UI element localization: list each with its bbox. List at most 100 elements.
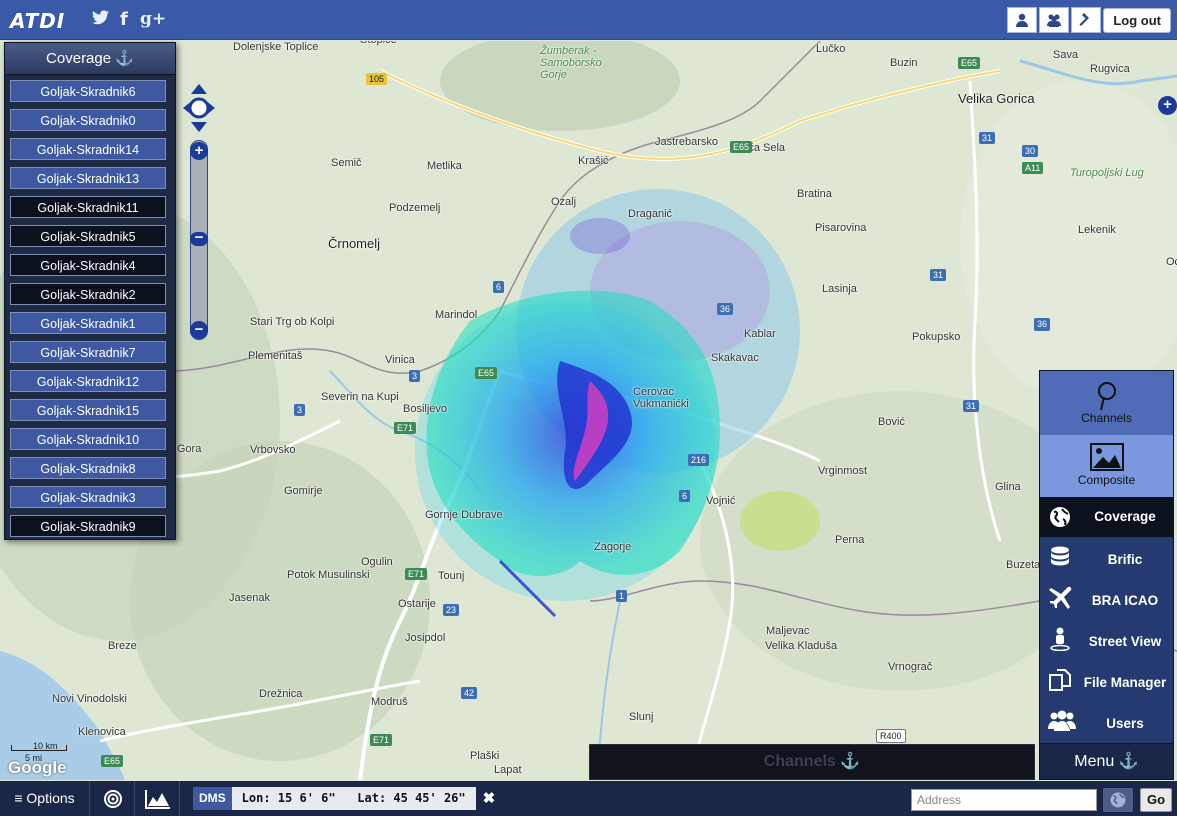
place-label: Bović: [878, 416, 905, 428]
dms-format-button[interactable]: DMS: [193, 787, 232, 810]
zoom-in-button[interactable]: +: [190, 142, 208, 160]
place-label: Pokupsko: [912, 331, 961, 343]
road-shield: E65: [101, 755, 124, 767]
coverage-panel-title[interactable]: Coverage ⚓: [5, 43, 175, 75]
coverage-item[interactable]: Goljak-Skradnik7: [10, 341, 166, 363]
road-shield: 1: [616, 590, 628, 602]
target-icon[interactable]: [91, 781, 135, 816]
airplane-icon: [1049, 586, 1072, 609]
coverage-item[interactable]: Goljak-Skradnik10: [10, 428, 166, 450]
pin-icon: [1097, 382, 1116, 411]
road-shield: E71: [370, 734, 393, 746]
place-label: Gomirje: [284, 485, 323, 497]
coverage-item[interactable]: Goljak-Skradnik9: [10, 515, 166, 537]
user-icon[interactable]: [1007, 7, 1037, 33]
coverage-item[interactable]: Goljak-Skradnik13: [10, 167, 166, 189]
place-label: Slunj: [629, 711, 654, 723]
place-label: Lapat: [494, 764, 522, 776]
go-button[interactable]: Go: [1140, 788, 1172, 812]
coverage-panel: Coverage ⚓ Goljak-Skradnik6 Goljak-Skradn…: [4, 42, 176, 540]
menu-item-users-label: Users: [1106, 716, 1144, 731]
place-label: Severin na Kupi: [321, 391, 399, 403]
place-label: Podzemelj: [389, 202, 441, 214]
menu-item-bra-icao[interactable]: BRA ICAO: [1040, 580, 1173, 620]
zoom-handle[interactable]: −: [190, 230, 208, 246]
map-view[interactable]: Dolenjske Toplice Stopiče Žumberak - Samob…: [0, 41, 1177, 780]
globe-icon: [1050, 507, 1070, 527]
road-shield: R400: [876, 729, 906, 743]
coverage-item[interactable]: Goljak-Skradnik4: [10, 254, 166, 276]
place-label: Črnomelj: [328, 236, 381, 251]
users-icon[interactable]: [1039, 7, 1069, 33]
coverage-item[interactable]: Goljak-Skradnik0: [10, 109, 166, 131]
place-label: Gornje Dubrave: [425, 509, 503, 521]
coverage-item[interactable]: Goljak-Skradnik8: [10, 457, 166, 479]
place-label: Sava: [1053, 49, 1079, 61]
place-label: Turopoljski Lug: [1070, 167, 1144, 179]
gavel-icon[interactable]: [1071, 7, 1101, 33]
twitter-icon[interactable]: [92, 9, 109, 30]
coverage-item[interactable]: Goljak-Skradnik5: [10, 225, 166, 247]
globe-search-icon[interactable]: [1103, 788, 1133, 812]
coverage-item[interactable]: Goljak-Skradnik11: [10, 196, 166, 218]
road-shield: 42: [461, 687, 478, 699]
expand-right-icon[interactable]: +: [1158, 96, 1177, 115]
road-shield: 36: [1034, 318, 1051, 330]
facebook-icon[interactable]: f: [120, 9, 128, 30]
road-shield: 30: [1022, 145, 1039, 157]
place-label: Pisarovina: [815, 222, 867, 234]
zoom-out-button[interactable]: −: [190, 321, 208, 339]
coverage-item[interactable]: Goljak-Skradnik15: [10, 399, 166, 421]
menu-item-channels[interactable]: Channels: [1040, 379, 1173, 437]
coverage-item[interactable]: Goljak-Skradnik1: [10, 312, 166, 334]
road-shield: E65: [730, 141, 753, 153]
logout-button[interactable]: Log out: [1103, 8, 1171, 33]
road-shield: E71: [405, 568, 428, 580]
menu-item-file-manager[interactable]: File Manager: [1040, 662, 1173, 702]
menu-item-brific[interactable]: Brific: [1040, 539, 1173, 579]
pan-control[interactable]: [181, 82, 217, 134]
coverage-item[interactable]: Goljak-Skradnik14: [10, 138, 166, 160]
coverage-item[interactable]: Goljak-Skradnik3: [10, 486, 166, 508]
place-label: Vrbovsko: [250, 444, 296, 456]
profile-chart-icon[interactable]: [136, 781, 180, 816]
zoom-slider[interactable]: + − −: [190, 140, 208, 340]
road-shield: 36: [717, 303, 734, 315]
close-icon[interactable]: ✖: [483, 787, 496, 810]
place-label: Marindol: [435, 309, 478, 321]
place-label: Lekenik: [1078, 224, 1116, 236]
menu-item-composite[interactable]: Composite: [1040, 435, 1173, 497]
bottom-bar: ≡ Options DMS Lon: 15 6' 6" Lat: 45 45' …: [0, 781, 1177, 816]
address-input[interactable]: [911, 789, 1097, 811]
place-label: Plemenitaš: [248, 350, 303, 362]
place-label: Modruš: [371, 696, 408, 708]
road-shield: 3: [294, 404, 306, 416]
users-icon: [1048, 710, 1076, 731]
place-label: Rugvica: [1090, 63, 1130, 75]
channels-panel-toggle[interactable]: Channels ⚓: [589, 744, 1035, 780]
user-tools: [1005, 7, 1101, 33]
options-button[interactable]: ≡ Options: [0, 781, 90, 816]
menu-item-street-view[interactable]: Street View: [1040, 621, 1173, 661]
place-label: Krašić: [578, 155, 609, 167]
coverage-item[interactable]: Goljak-Skradnik6: [10, 80, 166, 102]
place-label: Klenovica: [78, 726, 126, 738]
coverage-item[interactable]: Goljak-Skradnik2: [10, 283, 166, 305]
menu-toggle[interactable]: Menu ⚓: [1040, 743, 1173, 779]
menu-item-channels-label: Channels: [1081, 411, 1132, 425]
google-plus-icon[interactable]: g+: [140, 9, 166, 29]
place-label: Vinica: [385, 354, 415, 366]
menu-item-coverage[interactable]: Coverage: [1040, 497, 1173, 537]
place-label: Stari Trg ob Kolpi: [250, 316, 335, 328]
map-scale: 10 km 5 mi: [11, 741, 67, 763]
road-shield: 31: [930, 269, 947, 281]
road-shield: 31: [979, 132, 996, 144]
main-menu: Channels Composite Coverage Brific BRA I…: [1039, 370, 1174, 780]
menu-item-bra-icao-label: BRA ICAO: [1091, 593, 1159, 608]
place-label: Glina: [995, 481, 1021, 493]
coverage-item[interactable]: Goljak-Skradnik12: [10, 370, 166, 392]
road-shield: 6: [679, 490, 691, 502]
place-label: Lučko: [816, 43, 846, 55]
menu-item-users[interactable]: Users: [1040, 703, 1173, 743]
top-bar: ATDI f g+ Log out: [0, 0, 1177, 40]
